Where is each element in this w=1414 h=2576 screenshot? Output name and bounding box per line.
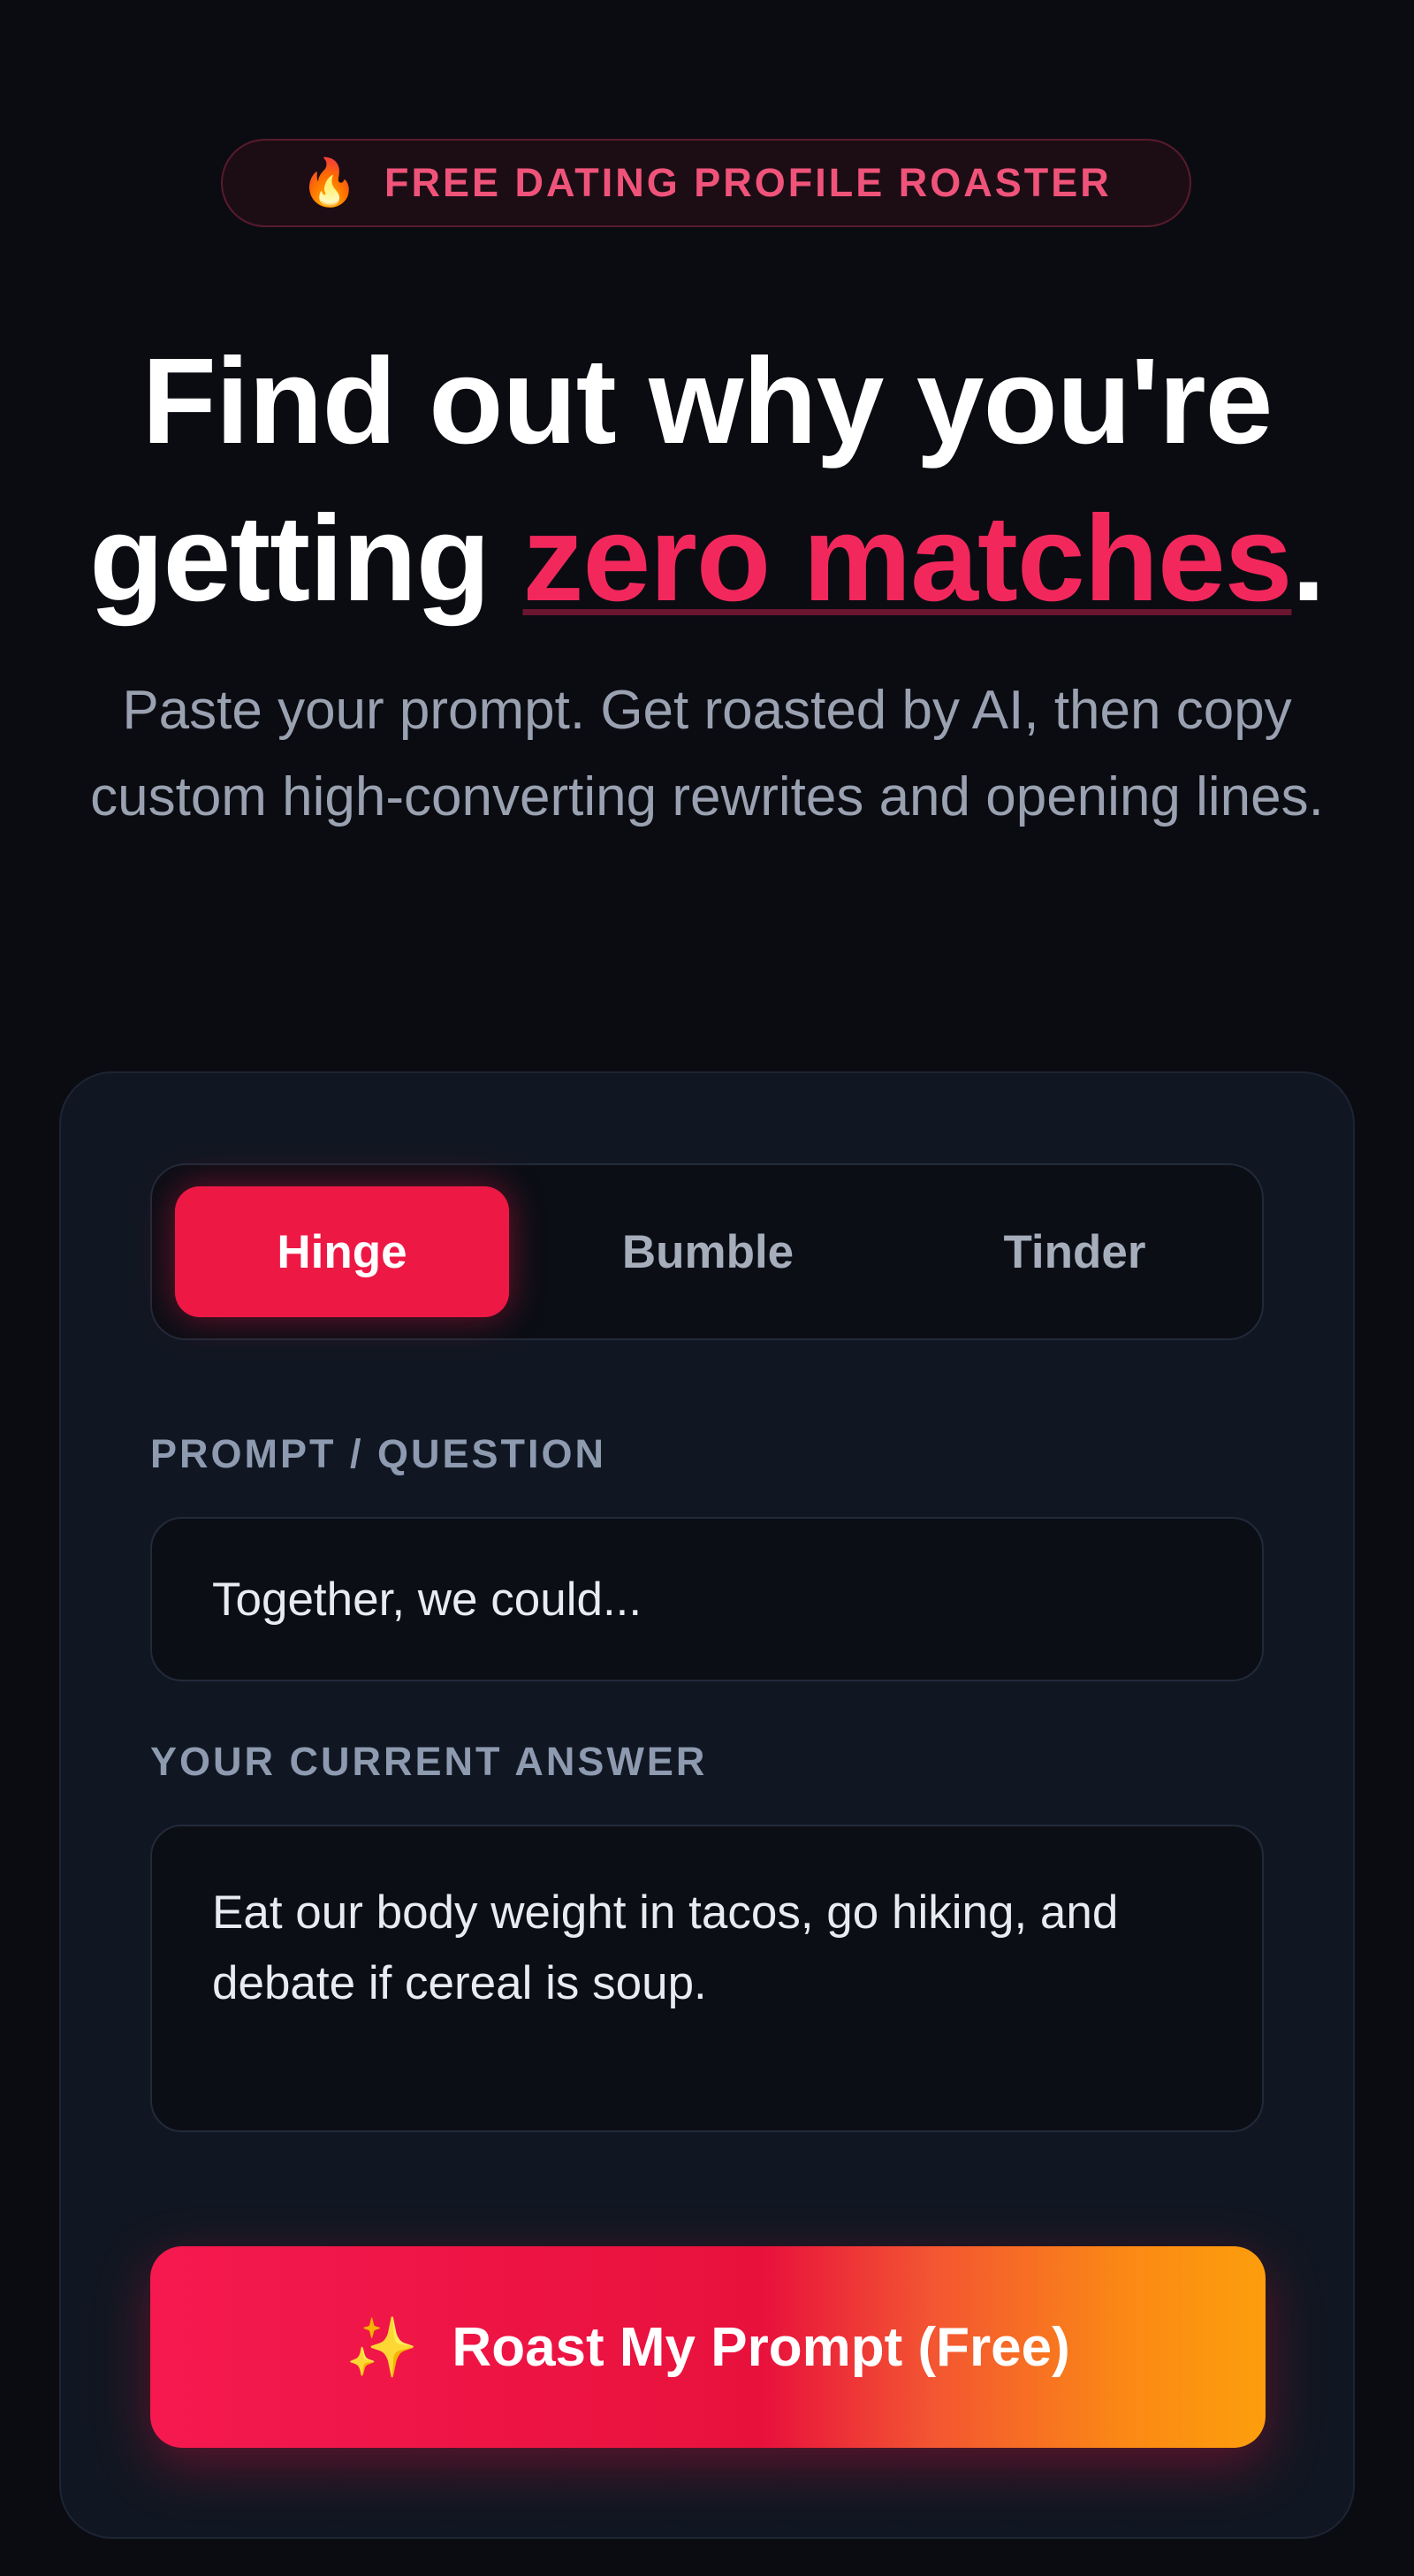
fire-icon: 🔥 [300, 157, 359, 209]
roast-button-label: Roast My Prompt (Free) [452, 2316, 1070, 2378]
tab-tinder[interactable]: Tinder [908, 1186, 1242, 1317]
prompt-input[interactable]: Together, we could... [150, 1517, 1264, 1681]
headline-line1: Find out why you're [141, 333, 1273, 469]
roast-form-card: Hinge Bumble Tinder PROMPT / QUESTION To… [59, 1071, 1355, 2539]
headline-accent: zero matches [522, 491, 1292, 627]
roast-button[interactable]: ✨ Roast My Prompt (Free) [150, 2246, 1266, 2448]
page-headline: Find out why you're getting zero matches… [35, 323, 1379, 637]
page-subtitle: Paste your prompt. Get roasted by AI, th… [90, 680, 1324, 827]
roaster-badge: 🔥 FREE DATING PROFILE ROASTER [221, 139, 1191, 227]
page: 🔥 FREE DATING PROFILE ROASTER Find out w… [0, 0, 1414, 2576]
headline-line2-prefix: getting [89, 491, 523, 627]
answer-label: YOUR CURRENT ANSWER [150, 1739, 708, 1784]
tab-bumble[interactable]: Bumble [541, 1186, 875, 1317]
headline-suffix: . [1291, 491, 1325, 627]
tab-hinge[interactable]: Hinge [175, 1186, 509, 1317]
prompt-label: PROMPT / QUESTION [150, 1431, 607, 1476]
badge-text: FREE DATING PROFILE ROASTER [384, 160, 1112, 205]
answer-textarea[interactable]: Eat our body weight in tacos, go hiking,… [150, 1825, 1264, 2132]
sparkles-icon: ✨ [346, 2314, 419, 2380]
platform-switch: Hinge Bumble Tinder [150, 1163, 1264, 1340]
